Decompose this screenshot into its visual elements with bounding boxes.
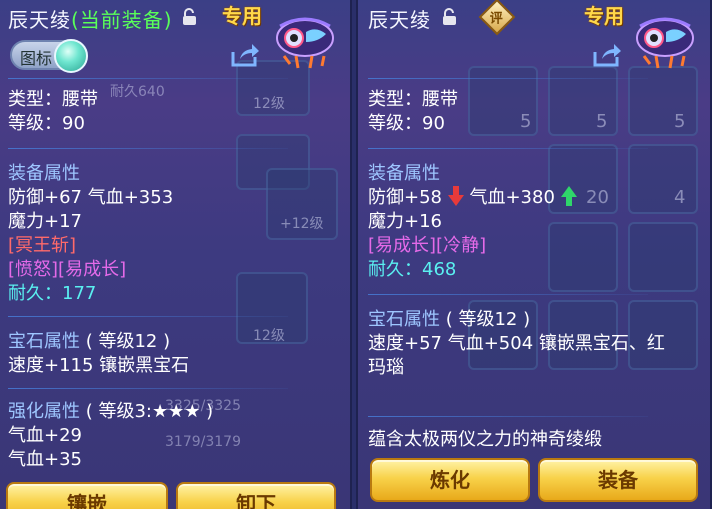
icon-toggle-label: 图标 xyxy=(20,49,53,68)
background-inventory-slot xyxy=(628,144,698,214)
section-divider xyxy=(8,316,288,317)
evaluate-badge-label: 评 xyxy=(489,11,503,27)
gem-attribute-line-cont: 玛瑙 xyxy=(368,357,404,378)
background-level-text: 12级 xyxy=(253,96,285,112)
defense-value: 防御+58 xyxy=(368,187,442,208)
section-divider xyxy=(368,416,648,417)
enhance-level: ( 等级3:★★★ ) xyxy=(85,401,214,422)
background-count: 5 xyxy=(520,111,532,132)
unequip-button[interactable]: 卸下 xyxy=(176,482,336,509)
background-inventory-slot xyxy=(548,66,618,136)
background-inventory-slot xyxy=(548,222,618,292)
gem-header: 宝石属性 xyxy=(8,331,80,352)
section-divider xyxy=(368,148,648,149)
attribute-line: 防御+67 气血+353 xyxy=(8,187,174,208)
enhance-section-title: 强化属性 ( 等级3:★★★ ) xyxy=(8,400,213,424)
gem-header: 宝石属性 xyxy=(368,309,440,330)
background-level-text: 12级 xyxy=(253,328,285,344)
background-hp-text: 3179/3179 xyxy=(165,434,241,450)
gem-level: ( 等级12 ) xyxy=(85,331,171,352)
item-type: 类型：腰带 xyxy=(368,89,458,110)
item-type: 类型：腰带 xyxy=(8,89,98,110)
durability: 耐久：177 xyxy=(8,283,97,304)
special-effects: [易成长][冷静] xyxy=(368,235,487,256)
current-equipped-label: (当前装备) xyxy=(71,8,173,32)
section-divider xyxy=(8,388,288,389)
item-title: 辰天绫(当前装备) xyxy=(8,4,173,33)
equip-button[interactable]: 装备 xyxy=(538,458,698,502)
item-name: 辰天绫 xyxy=(368,8,431,32)
icon-toggle-switch[interactable]: 图标 xyxy=(10,39,88,73)
attributes-header: 装备属性 xyxy=(368,163,440,184)
item-name: 辰天绫 xyxy=(8,8,71,32)
arrow-down-icon xyxy=(447,186,464,206)
unlocked-icon[interactable] xyxy=(442,8,457,26)
background-count: 20 xyxy=(586,187,609,208)
enhance-header: 强化属性 xyxy=(8,401,80,422)
attribute-line: 魔力+16 xyxy=(368,211,442,232)
gem-level: ( 等级12 ) xyxy=(445,309,531,330)
unlocked-icon[interactable] xyxy=(182,8,197,26)
special-skill: [冥王斩] xyxy=(8,235,77,256)
item-emblem-icon xyxy=(276,17,334,69)
hp-value: 气血+380 xyxy=(469,187,555,208)
share-icon[interactable] xyxy=(230,42,260,68)
durability: 耐久：468 xyxy=(368,259,457,280)
item-level: 等级：90 xyxy=(8,113,85,134)
gem-attribute-line: 速度+57 气血+504 镶嵌黑宝石、红 xyxy=(368,333,665,354)
special-effects: [愤怒][易成长] xyxy=(8,259,127,280)
gem-section-title: 宝石属性 ( 等级12 ) xyxy=(368,308,530,332)
attributes-header: 装备属性 xyxy=(8,163,80,184)
enhance-attribute-line: 气血+35 xyxy=(8,449,82,470)
section-divider xyxy=(8,148,288,149)
gem-section-title: 宝石属性 ( 等级12 ) xyxy=(8,330,170,354)
equipped-item-panel: 耐久640 12级 +12级 12级 3325/3325 3179/3179 辰… xyxy=(0,0,352,509)
share-icon[interactable] xyxy=(592,42,622,68)
exclusive-tag: 专用 xyxy=(584,4,624,28)
inlay-button[interactable]: 镶嵌 xyxy=(6,482,168,509)
attribute-line: 魔力+17 xyxy=(8,211,82,232)
background-durability-text: 耐久640 xyxy=(110,84,165,100)
background-level-text: +12级 xyxy=(280,216,324,232)
enhance-attribute-line: 气血+29 xyxy=(8,425,82,446)
background-count: 5 xyxy=(596,111,608,132)
exclusive-tag: 专用 xyxy=(222,4,262,28)
item-description: 蕴含太极两仪之力的神奇绫缎 xyxy=(368,429,602,450)
toggle-knob xyxy=(54,39,88,73)
background-inventory-slot xyxy=(628,66,698,136)
gem-attribute-line: 速度+115 镶嵌黑宝石 xyxy=(8,355,190,376)
arrow-up-icon xyxy=(560,186,577,206)
attribute-line-compare: 防御+58 气血+380 xyxy=(368,186,577,210)
evaluate-badge-icon[interactable]: 评 xyxy=(478,0,516,36)
section-divider xyxy=(368,78,648,79)
background-count: 4 xyxy=(674,187,686,208)
background-count: 5 xyxy=(674,111,686,132)
item-level: 等级：90 xyxy=(368,113,445,134)
section-divider xyxy=(8,78,288,79)
compare-item-panel: 5 5 5 20 4 辰天绫 评 专用 类型：腰带 等级：90 装备属性 防御+… xyxy=(356,0,712,509)
background-inventory-slot xyxy=(628,222,698,292)
section-divider xyxy=(368,294,648,295)
item-emblem-icon xyxy=(636,17,694,69)
refine-button[interactable]: 炼化 xyxy=(370,458,530,502)
